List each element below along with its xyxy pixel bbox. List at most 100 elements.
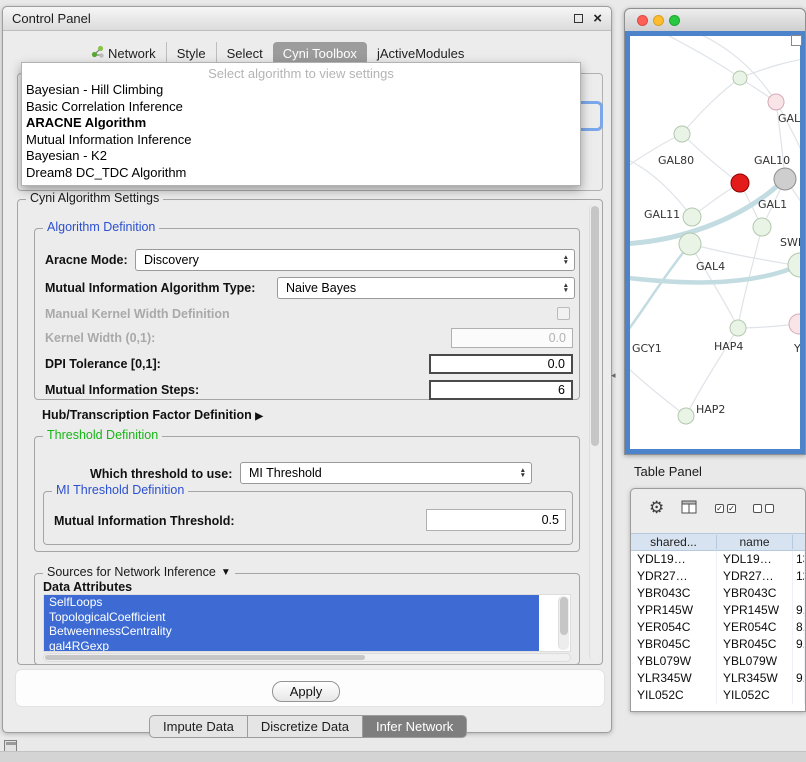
table-row[interactable]: YBR043CYBR043C: [631, 585, 805, 602]
table-cell: YBL079W: [631, 653, 717, 670]
algorithm-option[interactable]: Mutual Information Inference: [22, 132, 580, 149]
algorithm-option[interactable]: Bayesian - K2: [22, 148, 580, 165]
mi-threshold-field[interactable]: 0.5: [426, 509, 566, 531]
table-row[interactable]: YBR045CYBR045C9.: [631, 636, 805, 653]
close-icon[interactable]: ×: [593, 13, 602, 25]
network-node[interactable]: [774, 168, 796, 190]
network-node[interactable]: [678, 408, 694, 424]
table-cell: YER054C: [631, 619, 717, 636]
columns-icon[interactable]: [681, 500, 697, 519]
combo-arrows-icon: ▲▼: [558, 283, 574, 293]
attribute-item[interactable]: gal4RGexp: [44, 639, 539, 653]
table-header-row: shared... name: [631, 533, 805, 551]
panel-splitter-handle[interactable]: ◂: [611, 370, 616, 381]
attribute-list-hscrollbar[interactable]: [43, 653, 571, 662]
gear-icon[interactable]: ⚙: [649, 498, 664, 518]
network-edge[interactable]: [630, 364, 686, 416]
network-node[interactable]: [789, 314, 800, 334]
threshold-definition-title: Threshold Definition: [43, 428, 162, 442]
network-node[interactable]: [753, 218, 771, 236]
attribute-item[interactable]: SelfLoops: [44, 595, 539, 610]
table-cell: YBR045C: [717, 636, 793, 653]
control-panel-titlebar[interactable]: Control Panel ×: [3, 7, 611, 31]
algorithm-option[interactable]: Bayesian - Hill Climbing: [22, 82, 580, 99]
algorithm-option[interactable]: Basic Correlation Inference: [22, 99, 580, 116]
kernel-width-label: Kernel Width (0,1):: [45, 331, 155, 345]
attribute-list-scrollbar[interactable]: [558, 596, 569, 650]
network-edge[interactable]: [630, 244, 690, 338]
attribute-item[interactable]: TopologicalCoefficient: [44, 610, 539, 625]
minimize-traffic-light[interactable]: [653, 15, 664, 26]
aracne-mode-select[interactable]: Discovery ▲▼: [135, 249, 575, 271]
table-row[interactable]: YPR145WYPR145W9.: [631, 602, 805, 619]
tab-impute-data[interactable]: Impute Data: [149, 715, 248, 738]
network-node[interactable]: [788, 253, 800, 277]
table-cell: YLR345W: [631, 670, 717, 687]
sources-toggle[interactable]: Sources for Network Inference ▼: [43, 565, 235, 579]
mi-algorithm-type-value: Naive Bayes: [286, 281, 356, 295]
table-row[interactable]: YIL052CYIL052C: [631, 687, 805, 704]
settings-group-title: Cyni Algorithm Settings: [26, 191, 163, 205]
tab-discretize-data[interactable]: Discretize Data: [248, 715, 363, 738]
mi-steps-field[interactable]: 6: [429, 380, 573, 400]
network-node[interactable]: [733, 71, 747, 85]
network-edge[interactable]: [658, 36, 740, 78]
table-cell: YER054C: [717, 619, 793, 636]
table-row[interactable]: YLR345WYLR345W9.: [631, 670, 805, 687]
mi-steps-label: Mutual Information Steps:: [45, 383, 199, 397]
network-node[interactable]: [730, 320, 746, 336]
kernel-width-field[interactable]: 0.0: [451, 328, 573, 348]
network-canvas[interactable]: GAL7GAL80GAL10GAL11GAL1SWI4GAL4GCY1HAP4Y…: [625, 31, 805, 454]
deselect-all-columns-icon[interactable]: [753, 504, 777, 513]
network-node-label: GAL10: [754, 154, 790, 167]
table-row[interactable]: YDL19…YDL19…13: [631, 551, 805, 568]
network-node[interactable]: [674, 126, 690, 142]
data-attributes-label: Data Attributes: [43, 580, 132, 594]
table-row[interactable]: YDR27…YDR27…12: [631, 568, 805, 585]
table-cell: 12: [793, 568, 805, 585]
column-header-name[interactable]: name: [717, 535, 793, 549]
select-all-columns-icon[interactable]: ✓✓: [715, 504, 739, 513]
network-node[interactable]: [768, 94, 784, 110]
table-body: YDL19…YDL19…13YDR27…YDR27…12YBR043CYBR04…: [631, 551, 805, 711]
column-header-shared-name[interactable]: shared...: [631, 535, 717, 549]
hub-definition-toggle[interactable]: Hub/Transcription Factor Definition ▶: [42, 408, 263, 422]
table-cell: YBR043C: [717, 585, 793, 602]
network-node[interactable]: [683, 208, 701, 226]
network-edge[interactable]: [690, 244, 738, 328]
algorithm-option[interactable]: ARACNE Algorithm: [22, 115, 580, 132]
attribute-item[interactable]: BetweennessCentrality: [44, 624, 539, 639]
dpi-tolerance-field[interactable]: 0.0: [429, 354, 573, 374]
settings-scrollbar[interactable]: [589, 204, 600, 660]
which-threshold-select[interactable]: MI Threshold ▲▼: [240, 462, 532, 484]
tab-infer-network[interactable]: Infer Network: [363, 715, 467, 738]
network-node-label: HAP2: [696, 403, 725, 416]
float-window-icon[interactable]: [574, 14, 583, 23]
aracne-mode-label: Aracne Mode:: [45, 253, 128, 267]
network-tab-icon: [91, 45, 104, 61]
table-cell: YIL052C: [631, 687, 717, 704]
table-cell: YBR045C: [631, 636, 717, 653]
table-row[interactable]: YER054CYER054C8.: [631, 619, 805, 636]
manual-kernel-width-checkbox[interactable]: [557, 307, 570, 320]
network-edge[interactable]: [682, 78, 740, 134]
network-node-label: GAL7: [778, 112, 800, 125]
table-row[interactable]: YBL079WYBL079W: [631, 653, 805, 670]
table-cell: [793, 653, 805, 670]
table-cell: 8.: [793, 619, 805, 636]
table-cell: YBR043C: [631, 585, 717, 602]
zoom-traffic-light[interactable]: [669, 15, 680, 26]
table-cell: [793, 687, 805, 704]
apply-button[interactable]: Apply: [272, 681, 340, 702]
birdseye-toggle[interactable]: [791, 35, 802, 46]
table-panel-title: Table Panel: [634, 464, 702, 479]
mi-algorithm-type-select[interactable]: Naive Bayes ▲▼: [277, 277, 575, 299]
network-node[interactable]: [731, 174, 749, 192]
network-titlebar[interactable]: [625, 9, 805, 31]
network-node[interactable]: [679, 233, 701, 255]
algorithm-dropdown: Select algorithm to view settings Bayesi…: [21, 62, 581, 186]
close-traffic-light[interactable]: [637, 15, 648, 26]
algorithm-option[interactable]: Dream8 DC_TDC Algorithm: [22, 165, 580, 182]
aracne-mode-value: Discovery: [144, 253, 199, 267]
network-view-window: GAL7GAL80GAL10GAL11GAL1SWI4GAL4GCY1HAP4Y…: [624, 8, 806, 455]
